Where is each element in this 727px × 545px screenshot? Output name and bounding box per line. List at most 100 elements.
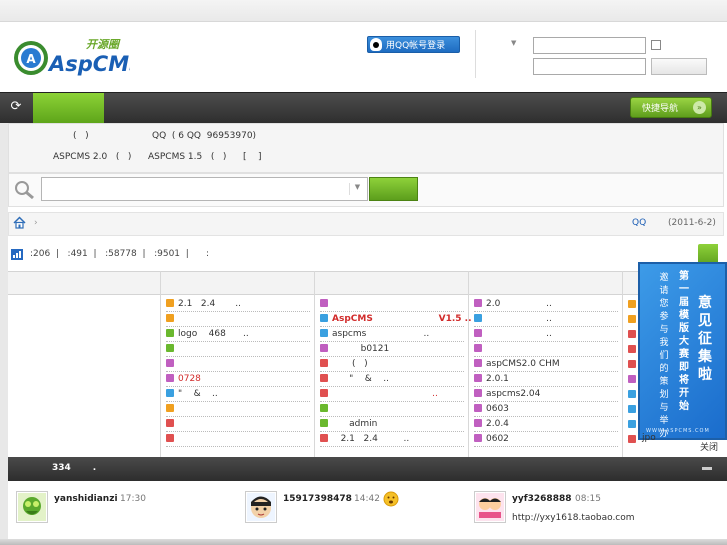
forum-row-title[interactable]: aspcms2.04 — [486, 389, 540, 399]
forum-row[interactable]: 0603 — [474, 402, 618, 417]
notice-line2-c[interactable]: [ ] — [243, 152, 261, 162]
username-input[interactable] — [533, 37, 646, 54]
forum-row[interactable]: .. — [474, 327, 618, 342]
forum-row[interactable]: logo 468 .. — [166, 327, 310, 342]
online-count: 334 . — [52, 463, 97, 473]
forum-row[interactable]: 2.0 .. — [474, 297, 618, 312]
notice-line2-b[interactable]: ASPCMS 1.5 ( ) — [148, 152, 226, 162]
forum-row-title[interactable]: b0121 — [332, 344, 390, 354]
refresh-icon[interactable]: ⟳ — [8, 99, 24, 115]
forum-row[interactable] — [166, 312, 310, 327]
forum-row-title[interactable]: " & .. — [332, 374, 389, 384]
forum-row[interactable] — [166, 342, 310, 357]
forum-row[interactable]: 0602 — [474, 432, 618, 447]
user-name[interactable]: 15917398478 — [283, 494, 352, 504]
forum-row-title[interactable]: .. — [486, 314, 552, 324]
forum-table-header — [8, 271, 727, 295]
notice-panel — [8, 123, 724, 173]
login-type-dropdown-icon[interactable]: ▼ — [511, 39, 521, 49]
password-input[interactable] — [533, 58, 646, 75]
home-icon[interactable] — [13, 216, 26, 229]
emoticon-icon — [383, 491, 399, 507]
forum-row[interactable]: " & .. — [166, 387, 310, 402]
breadcrumb-date: (2011-6-2) — [668, 218, 716, 228]
user-name[interactable]: yanshidianzi — [54, 494, 118, 504]
quick-nav-button[interactable]: 快捷导航 » — [630, 97, 712, 118]
forum-bullet-icon — [474, 344, 482, 352]
forum-row[interactable] — [166, 402, 310, 417]
forum-row[interactable]: aspCMS2.0 CHM — [474, 357, 618, 372]
user-name[interactable]: yyf3268888 — [512, 494, 571, 504]
forum-row[interactable]: ( ) — [320, 357, 464, 372]
forum-row[interactable]: .. — [320, 387, 464, 402]
notice-line2-a[interactable]: ASPCMS 2.0 ( ) — [53, 152, 131, 162]
column-divider — [622, 271, 623, 457]
forum-bullet-icon — [320, 419, 328, 427]
forum-row[interactable]: 0728 — [166, 372, 310, 387]
forum-row[interactable]: b0121 — [320, 342, 464, 357]
forum-stats: :206 | :491 | :58778 | :9501 | : — [30, 249, 209, 259]
forum-bullet-icon — [320, 374, 328, 382]
breadcrumb-qq-link[interactable]: QQ — [632, 218, 646, 228]
forum-row-title[interactable]: ( ) — [332, 359, 368, 369]
forum-row-title[interactable]: 0728 — [178, 374, 201, 384]
chevron-down-icon: » — [693, 101, 706, 114]
forum-bullet-icon — [166, 389, 174, 397]
forum-row-title[interactable]: 2.0.4 — [486, 419, 509, 429]
forum-row-title[interactable]: aspCMS2.0 CHM — [486, 359, 560, 369]
search-type-dropdown-icon[interactable]: ▼ — [349, 183, 365, 195]
forum-row-title[interactable]: " & .. — [178, 389, 218, 399]
forum-row[interactable]: .. — [474, 312, 618, 327]
forum-row-title[interactable]: 0603 — [486, 404, 509, 414]
forum-bullet-icon — [628, 375, 636, 383]
forum-bullet-icon — [474, 389, 482, 397]
qq-login-button[interactable]: 用QQ帐号登录 — [367, 36, 460, 53]
forum-row-title[interactable]: admin — [332, 419, 377, 429]
forum-row-title[interactable]: 2.0.1 — [486, 374, 509, 384]
user-message[interactable]: http://yxy1618.taobao.com — [512, 513, 635, 523]
remember-checkbox[interactable] — [651, 40, 661, 50]
login-button[interactable] — [651, 58, 707, 75]
forum-row[interactable] — [320, 402, 464, 417]
forum-row-title[interactable]: logo 468 .. — [178, 329, 249, 339]
avatar[interactable] — [16, 491, 48, 523]
forum-row[interactable]: 2.0.4 — [474, 417, 618, 432]
forum-row[interactable] — [166, 357, 310, 372]
forum-row[interactable]: admin — [320, 417, 464, 432]
search-input[interactable] — [41, 177, 368, 201]
forum-row[interactable]: 2.0.1 — [474, 372, 618, 387]
ad-close-link[interactable]: 关闭 — [700, 440, 718, 453]
forum-row[interactable] — [166, 417, 310, 432]
forum-row-title[interactable]: 0602 — [486, 434, 509, 444]
forum-row-title[interactable]: .. — [332, 389, 438, 399]
forum-bullet-icon — [628, 435, 636, 443]
forum-row[interactable]: aspcms2.04 — [474, 387, 618, 402]
forum-row-title[interactable]: .. — [486, 329, 552, 339]
search-button[interactable] — [369, 177, 418, 201]
forum-row-title[interactable]: 2.1 2.4 .. — [178, 299, 241, 309]
avatar[interactable] — [474, 491, 506, 523]
forum-row-title[interactable]: 2.0 .. — [486, 299, 552, 309]
forum-bullet-icon — [166, 299, 174, 307]
user-time: 08:15 — [575, 494, 601, 504]
collapse-icon[interactable] — [702, 467, 712, 470]
forum-row[interactable] — [166, 432, 310, 447]
forum-row-title[interactable]: aspcms .. — [332, 329, 429, 339]
feedback-ad-banner[interactable]: 邀请您参与我们的策划与举办 第一届模版大赛即将开始 意见征集啦 WWW.ASPC… — [638, 262, 727, 440]
forum-row-title[interactable]: jpo — [642, 433, 656, 443]
notice-line1-b[interactable]: QQ ( 6 QQ 96953970) — [152, 131, 256, 141]
forum-row[interactable] — [474, 342, 618, 357]
left-gutter — [0, 123, 8, 543]
forum-row[interactable]: 2.1 2.4 .. — [320, 432, 464, 447]
forum-row-title[interactable]: AspCMS V1.5 .. — [332, 314, 472, 324]
breadcrumb — [8, 212, 724, 236]
forum-row[interactable]: 2.1 2.4 .. — [166, 297, 310, 312]
forum-row[interactable]: AspCMS V1.5 .. — [320, 312, 472, 327]
forum-bullet-icon — [628, 390, 636, 398]
forum-row[interactable] — [320, 297, 464, 312]
forum-row[interactable]: " & .. — [320, 372, 464, 387]
forum-row-title[interactable]: 2.1 2.4 .. — [332, 434, 410, 444]
nav-tab-active[interactable] — [33, 93, 104, 123]
avatar[interactable] — [245, 491, 277, 523]
forum-row[interactable]: aspcms .. — [320, 327, 464, 342]
